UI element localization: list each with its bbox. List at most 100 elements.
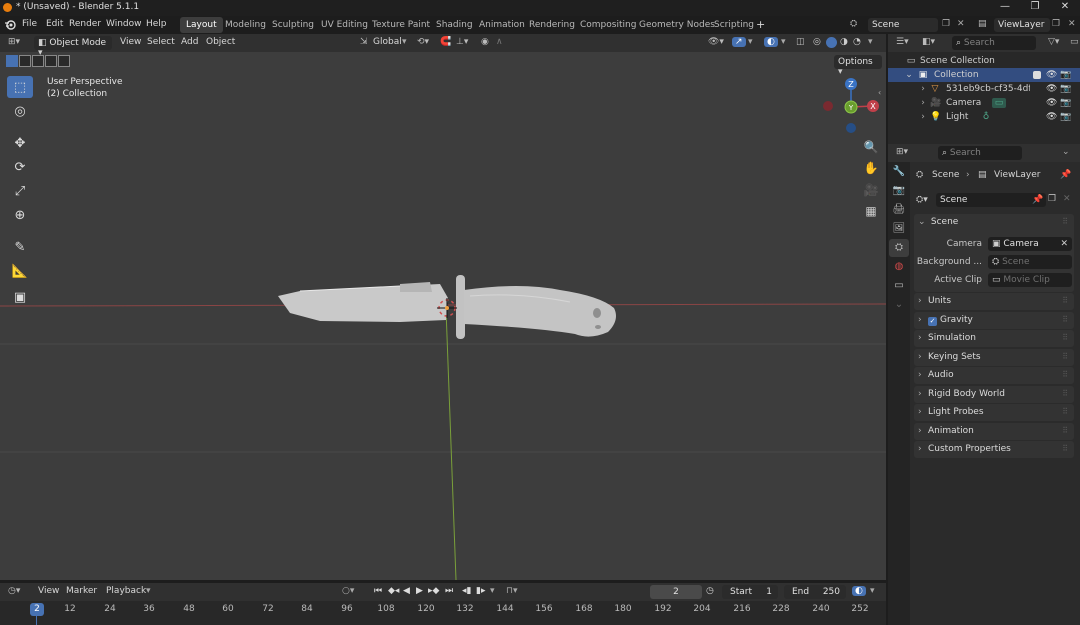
maximize-button[interactable]: ❐ [1020, 1, 1050, 15]
add-workspace-button[interactable]: + [756, 18, 765, 31]
render-camera-icon[interactable]: 📷 [1060, 70, 1071, 80]
menu-help[interactable]: Help [146, 19, 167, 29]
collection-tab-icon[interactable]: ▭ [889, 277, 909, 295]
gizmo-toggle-icon[interactable]: ↗ [732, 37, 746, 47]
new-collection-icon[interactable]: ▭ [1070, 37, 1079, 47]
scene-tab-icon[interactable]: ⛭ [889, 239, 909, 257]
chevron-down-icon[interactable]: ▾ [781, 37, 786, 47]
solid-shading-icon[interactable] [826, 37, 837, 48]
drag-grip-icon[interactable]: ⠿ [1062, 315, 1068, 324]
clock-icon[interactable]: ◷ [706, 586, 714, 596]
annotate-tool-icon[interactable]: ✎ [7, 236, 33, 258]
scene-selector[interactable]: Scene [868, 18, 938, 32]
eye-icon[interactable]: 👁 [1046, 84, 1057, 94]
new-viewlayer-icon[interactable]: ❐ [1052, 19, 1060, 29]
outliner-editor-icon[interactable]: ☰▾ [896, 37, 909, 47]
select-invert-icon[interactable] [45, 55, 57, 67]
scene-name-field[interactable]: Scene [936, 193, 1046, 207]
display-mode-icon[interactable]: ◧▾ [922, 37, 935, 47]
xray-toggle-icon[interactable]: ◫ [796, 37, 805, 47]
world-tab-icon[interactable]: ◍ [889, 258, 909, 276]
chevron-right-icon[interactable]: › [918, 112, 928, 122]
select-extend-icon[interactable] [19, 55, 31, 67]
end-frame-field[interactable]: End 250 [784, 585, 846, 599]
options-dropdown[interactable]: Options ▾ [834, 55, 882, 77]
viewport-menu-select[interactable]: Select [147, 37, 175, 47]
next-keyframe-icon[interactable]: ▸◆ [428, 586, 439, 596]
new-scene-icon[interactable]: ❐ [942, 19, 950, 29]
eye-icon[interactable]: 👁 [1046, 70, 1057, 80]
light-data-icon[interactable]: ♁ [981, 112, 991, 122]
scene-panel-header[interactable]: ⌄ Scene ⠿ [914, 214, 1074, 231]
custom-properties-panel[interactable]: › Custom Properties ⠿ [914, 441, 1074, 458]
properties-editor-icon[interactable]: ⊞▾ [896, 147, 908, 157]
camera-data-icon[interactable]: ▭ [992, 98, 1006, 108]
minimize-button[interactable]: — [990, 1, 1020, 15]
chevron-right-icon[interactable]: › [918, 98, 928, 108]
delete-viewlayer-icon[interactable]: ✕ [1068, 19, 1076, 29]
cursor-tool-icon[interactable]: ◎ [7, 100, 33, 122]
filter-icon[interactable]: ▽▾ [1048, 37, 1059, 47]
playhead[interactable]: 2 [30, 603, 44, 616]
viewport-menu-add[interactable]: Add [181, 37, 198, 47]
next-marker-icon[interactable]: ▮▸ [476, 586, 485, 596]
chevron-down-icon[interactable]: ▾ [490, 586, 495, 596]
auto-keying-icon[interactable]: ○▾ [342, 586, 354, 596]
new-scene-icon[interactable]: ❐ [1048, 194, 1056, 204]
select-subtract-icon[interactable] [32, 55, 44, 67]
navigation-gizmo[interactable]: Z X Y [818, 76, 884, 138]
drag-grip-icon[interactable]: ⠿ [1062, 217, 1068, 226]
pin-icon[interactable]: 📌 [1060, 170, 1071, 180]
render-camera-icon[interactable]: 📷 [1060, 112, 1071, 122]
light-probes-panel[interactable]: › Light Probes ⠿ [914, 404, 1074, 421]
gizmo-neg-z-axis[interactable] [846, 123, 856, 133]
falloff-icon[interactable]: ∧ [496, 37, 503, 47]
timeline-editor-icon[interactable]: ◷▾ [8, 586, 20, 596]
viewlayer-selector[interactable]: ViewLayer [994, 18, 1050, 32]
viewport-menu-view[interactable]: View [120, 37, 141, 47]
animation-panel[interactable]: › Animation ⠿ [914, 423, 1074, 440]
rotate-tool-icon[interactable]: ⟳ [7, 156, 33, 178]
keying-sets-panel[interactable]: › Keying Sets ⠿ [914, 349, 1074, 366]
snap-target-icon[interactable]: ⊥▾ [456, 37, 468, 47]
exclude-checkbox-icon[interactable] [1033, 71, 1041, 79]
menu-edit[interactable]: Edit [46, 19, 63, 29]
chevron-right-icon[interactable]: › [918, 84, 928, 94]
render-tab-icon[interactable]: 📷 [889, 182, 909, 200]
measure-tool-icon[interactable]: 📐 [7, 260, 33, 282]
prev-marker-icon[interactable]: ◂▮ [462, 586, 471, 596]
drag-grip-icon[interactable]: ⠿ [1062, 444, 1068, 453]
sidebar-toggle-icon[interactable]: ‹ [878, 88, 881, 97]
properties-search-input[interactable]: ⌕ Search [938, 146, 1022, 160]
output-tab-icon[interactable]: 🖨 [889, 201, 909, 219]
play-reverse-icon[interactable]: ◀ [403, 586, 410, 596]
outliner-row-camera[interactable]: › 🎥 Camera ▭ 👁 📷 [888, 96, 1080, 110]
background-scene-field[interactable]: ⛭ Scene [988, 255, 1072, 269]
rigid-body-world-panel[interactable]: › Rigid Body World ⠿ [914, 386, 1074, 403]
tab-modeling[interactable]: Modeling [219, 17, 272, 33]
perspective-toggle-icon[interactable]: ▦ [862, 204, 880, 218]
gravity-checkbox[interactable]: ✓ [928, 317, 937, 326]
rendered-shading-icon[interactable]: ◔ [853, 37, 861, 47]
timeline-menu-view[interactable]: View [38, 586, 59, 596]
pan-hand-icon[interactable]: ✋ [862, 161, 880, 175]
delete-scene-icon[interactable]: ✕ [1063, 194, 1071, 204]
snapping-icon[interactable]: ⊓▾ [506, 586, 518, 596]
snap-icon[interactable]: 🧲 [440, 37, 451, 47]
visibility-icon[interactable]: 👁▾ [708, 37, 724, 47]
3d-viewport[interactable] [0, 34, 886, 580]
gizmo-neg-x-axis[interactable] [823, 101, 833, 111]
drag-grip-icon[interactable]: ⠿ [1062, 426, 1068, 435]
eye-icon[interactable]: 👁 [1046, 98, 1057, 108]
tab-shading[interactable]: Shading [430, 17, 479, 33]
outliner-row-collection[interactable]: ⌄ ▣ Collection 👁 📷 [888, 68, 1080, 82]
outliner-search-input[interactable]: ⌕ Search [952, 36, 1036, 50]
current-frame-field[interactable]: 2 [650, 585, 702, 599]
simulation-panel[interactable]: › Simulation ⠿ [914, 330, 1074, 347]
active-clip-field[interactable]: ▭ Movie Clip [988, 273, 1072, 287]
drag-grip-icon[interactable]: ⠿ [1062, 407, 1068, 416]
wireframe-shading-icon[interactable]: ◎ [813, 37, 821, 47]
menu-render[interactable]: Render [69, 19, 101, 29]
chevron-down-icon[interactable]: ▾ [748, 37, 753, 47]
pivot-icon[interactable]: ⟲▾ [417, 37, 429, 47]
